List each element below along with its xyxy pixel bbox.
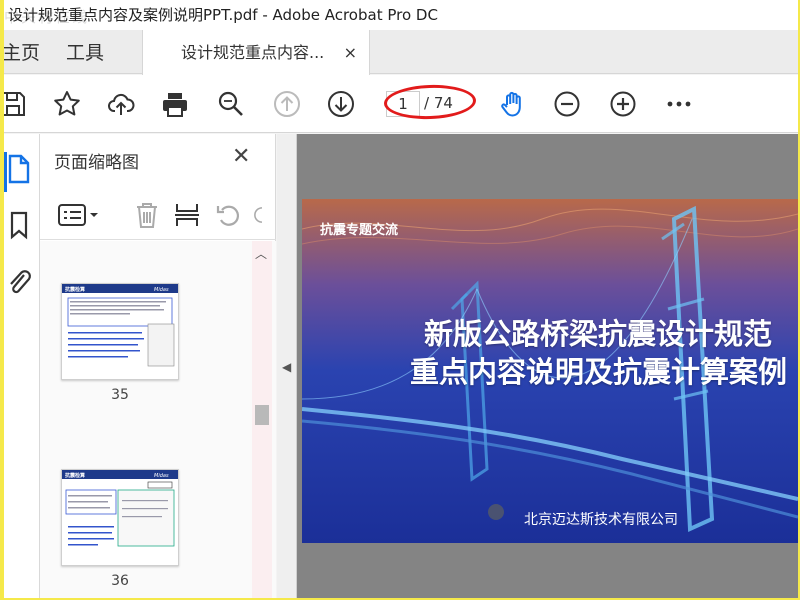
close-tab-button[interactable]: × bbox=[344, 30, 357, 76]
thumbnail-page-number: 35 bbox=[111, 387, 129, 403]
close-panel-button[interactable]: ✕ bbox=[232, 144, 250, 169]
collapse-arrow-icon: ◀ bbox=[282, 360, 292, 374]
save-icon[interactable] bbox=[4, 89, 28, 119]
print-icon[interactable] bbox=[160, 89, 190, 119]
page-down-icon[interactable] bbox=[326, 89, 356, 119]
cloud-upload-icon[interactable] bbox=[106, 89, 136, 119]
delete-icon[interactable] bbox=[132, 200, 162, 230]
thumbnail-list: 抗震检算 Midas 35 抗震检算 Midas 36 bbox=[40, 241, 276, 598]
thumb-header-36: 抗震检算 bbox=[65, 472, 85, 479]
page-thumbnail-36[interactable]: 抗震检算 Midas bbox=[61, 469, 179, 566]
bookmark-icon[interactable] bbox=[6, 210, 32, 240]
scrollbar-thumb[interactable] bbox=[255, 405, 269, 425]
main-toolbar: / 74 bbox=[4, 75, 798, 133]
tab-document[interactable]: 设计规范重点内容... × bbox=[142, 30, 370, 75]
thumbnail-page-number: 36 bbox=[111, 573, 129, 589]
zoom-in-icon[interactable] bbox=[608, 89, 638, 119]
zoom-search-icon[interactable] bbox=[216, 89, 246, 119]
page-thumbnail-35[interactable]: 抗震检算 Midas bbox=[61, 283, 179, 380]
slide-title-line1: 新版公路桥梁抗震设计规范 bbox=[424, 317, 773, 351]
zoom-out-icon[interactable] bbox=[552, 89, 582, 119]
thumbnail-scrollbar[interactable]: ︿ bbox=[252, 241, 272, 598]
star-icon[interactable] bbox=[52, 89, 82, 119]
scroll-up-icon[interactable]: ︿ bbox=[255, 245, 267, 262]
thumb-header-35: 抗震检算 bbox=[65, 286, 85, 293]
watermark: 中关村在线 bbox=[4, 8, 90, 26]
thumb-logo-36: Midas bbox=[154, 473, 169, 479]
tab-tools[interactable]: 工具 bbox=[66, 30, 104, 74]
title-bar: 中关村在线 设计规范重点内容及案例说明PPT.pdf - Adobe Acrob… bbox=[4, 0, 798, 30]
rotate-icon[interactable] bbox=[214, 200, 244, 230]
collapse-panel-handle[interactable]: ◀ bbox=[277, 134, 297, 598]
extract-icon[interactable] bbox=[172, 200, 202, 230]
panel-title: 页面缩略图 bbox=[54, 153, 139, 173]
tab-bar: 主页 工具 设计规范重点内容... × bbox=[4, 30, 798, 75]
thumbnail-tools bbox=[40, 190, 276, 240]
left-rail bbox=[4, 134, 40, 598]
options-icon[interactable] bbox=[56, 200, 102, 230]
thumb-logo-35: Midas bbox=[154, 287, 169, 293]
pdf-page: 抗震专题交流 新版公路桥梁抗震设计规范 重点内容说明及抗震计算案例 北京迈达斯技… bbox=[302, 199, 798, 543]
slide-title-line2: 重点内容说明及抗震计算案例 bbox=[410, 355, 788, 389]
attachment-icon[interactable] bbox=[6, 266, 32, 296]
hand-tool-icon[interactable] bbox=[498, 89, 528, 119]
thumbnails-panel: 页面缩略图 ✕ 抗震检算 Midas 35 抗震检算 Midas 36 ︿ bbox=[40, 134, 276, 598]
tab-document-label: 设计规范重点内容... bbox=[181, 43, 325, 62]
tab-home[interactable]: 主页 bbox=[4, 30, 40, 74]
page-thumbnails-icon[interactable] bbox=[6, 154, 32, 184]
more-icon[interactable] bbox=[664, 89, 694, 119]
rotate-clockwise-icon[interactable] bbox=[252, 200, 272, 230]
slide-company: 北京迈达斯技术有限公司 bbox=[524, 512, 678, 528]
page-up-icon[interactable] bbox=[272, 89, 302, 119]
acrobat-window: 中关村在线 设计规范重点内容及案例说明PPT.pdf - Adobe Acrob… bbox=[4, 0, 798, 598]
slide-tag: 抗震专题交流 bbox=[320, 223, 399, 238]
